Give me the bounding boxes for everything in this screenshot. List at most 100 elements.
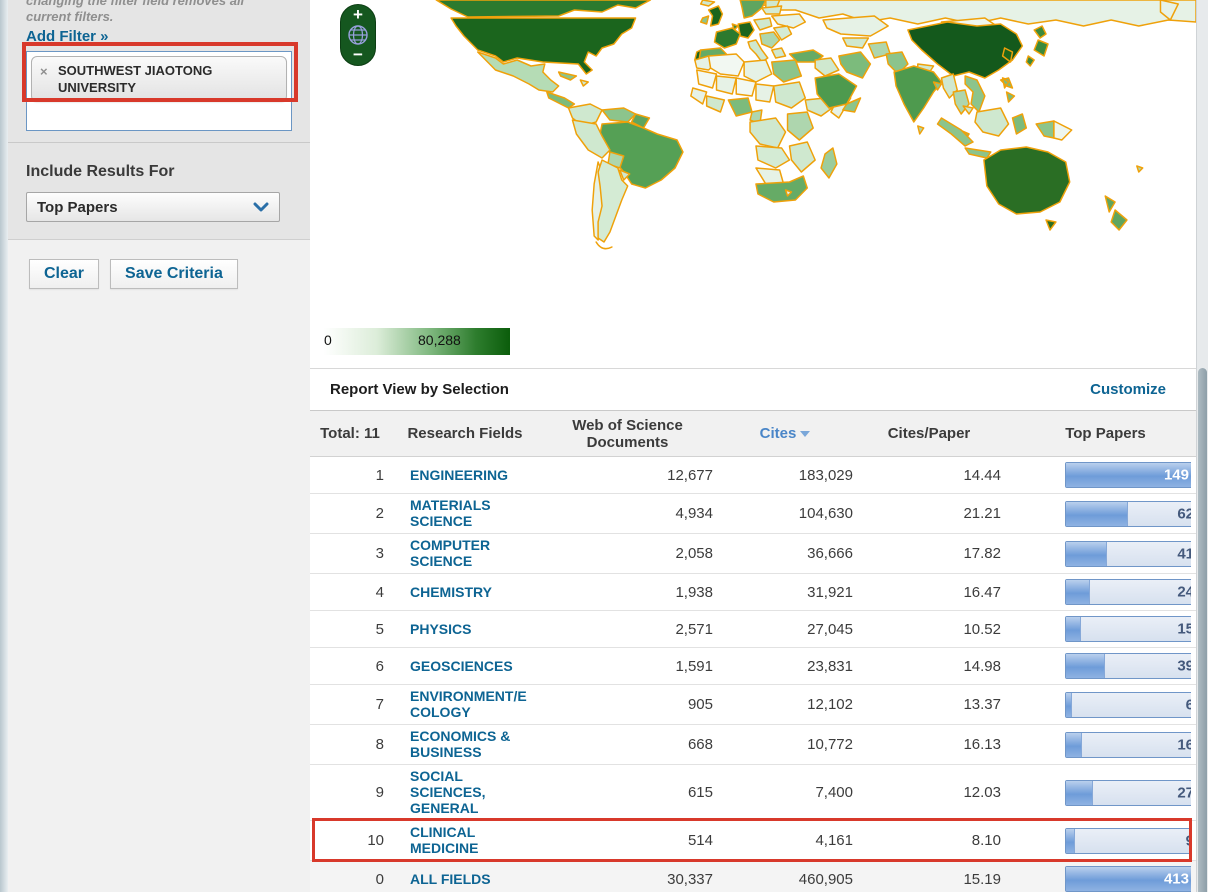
- map-color-legend: 0 80,288: [320, 328, 510, 355]
- top-papers-value: 6: [1186, 696, 1191, 713]
- cites-per-paper-value: 15.19: [855, 871, 1003, 888]
- research-field-link[interactable]: CHEMISTRY: [410, 584, 492, 600]
- top-papers-bar: 27: [1065, 780, 1191, 806]
- cites-per-paper-value: 21.21: [855, 505, 1003, 522]
- research-field-link[interactable]: ENVIRONMENT/ECOLOGY: [410, 688, 532, 720]
- clear-button[interactable]: Clear: [29, 259, 99, 289]
- filter-note: changing the filter field removes all cu…: [26, 0, 292, 25]
- add-filter-link[interactable]: Add Filter »: [26, 28, 109, 45]
- cites-per-paper-value: 16.47: [855, 584, 1003, 601]
- research-field-link[interactable]: GEOSCIENCES: [410, 658, 513, 674]
- wos-documents-value: 668: [540, 736, 715, 753]
- cites-per-paper-value: 14.44: [855, 467, 1003, 484]
- cites-per-paper-header[interactable]: Cites/Paper: [855, 425, 1003, 442]
- research-field-link[interactable]: ALL FIELDS: [410, 871, 491, 887]
- table-row: 3 COMPUTER SCIENCE 2,058 36,666 17.82 41: [310, 534, 1196, 574]
- top-papers-value: 149: [1164, 467, 1189, 484]
- wos-documents-value: 514: [540, 832, 715, 849]
- wos-documents-header[interactable]: Web of Science Documents: [540, 417, 715, 451]
- zoom-out-button[interactable]: −: [353, 47, 363, 63]
- research-field-link[interactable]: SOCIAL SCIENCES, GENERAL: [410, 768, 532, 816]
- globe-icon[interactable]: [347, 24, 369, 46]
- top-papers-bar: 9: [1065, 828, 1191, 854]
- cites-header[interactable]: Cites: [715, 425, 855, 442]
- cites-value: 104,630: [715, 505, 855, 522]
- top-papers-bar: 62: [1065, 501, 1191, 527]
- cites-per-paper-value: 10.52: [855, 621, 1003, 638]
- scrollbar-thumb[interactable]: [1198, 368, 1207, 892]
- cites-value: 10,772: [715, 736, 855, 753]
- row-rank: 5: [310, 621, 390, 638]
- cites-per-paper-value: 17.82: [855, 545, 1003, 562]
- row-rank: 1: [310, 467, 390, 484]
- customize-link[interactable]: Customize: [1090, 381, 1166, 398]
- total-count-header: Total: 11: [310, 425, 390, 442]
- table-row: 7 ENVIRONMENT/ECOLOGY 905 12,102 13.37 6: [310, 685, 1196, 725]
- table-row: 6 GEOSCIENCES 1,591 23,831 14.98 39: [310, 648, 1196, 685]
- row-rank: 8: [310, 736, 390, 753]
- cites-value: 36,666: [715, 545, 855, 562]
- research-field-link[interactable]: COMPUTER SCIENCE: [410, 537, 532, 569]
- zoom-in-button[interactable]: +: [353, 7, 363, 23]
- cites-per-paper-value: 13.37: [855, 696, 1003, 713]
- report-view-section: Report View by Selection Customize Total…: [310, 368, 1196, 892]
- table-row: 8 ECONOMICS & BUSINESS 668 10,772 16.13 …: [310, 725, 1196, 765]
- wos-documents-value: 2,058: [540, 545, 715, 562]
- top-papers-bar: 16: [1065, 732, 1191, 758]
- vertical-scrollbar[interactable]: [1196, 0, 1208, 892]
- include-results-heading: Include Results For: [26, 143, 292, 181]
- table-body: 1 ENGINEERING 12,677 183,029 14.44 149 2…: [310, 457, 1196, 892]
- cites-value: 4,161: [715, 832, 855, 849]
- save-criteria-button[interactable]: Save Criteria: [110, 259, 238, 289]
- table-row: 10 CLINICAL MEDICINE 514 4,161 8.10 9: [310, 821, 1196, 861]
- cites-value: 460,905: [715, 871, 855, 888]
- table-row: 1 ENGINEERING 12,677 183,029 14.44 149: [310, 457, 1196, 494]
- research-field-link[interactable]: CLINICAL MEDICINE: [410, 824, 532, 856]
- wos-documents-value: 4,934: [540, 505, 715, 522]
- research-field-link[interactable]: PHYSICS: [410, 621, 471, 637]
- top-papers-value: 16: [1177, 736, 1191, 753]
- filter-note-line2: current filters.: [26, 9, 292, 25]
- cites-value: 27,045: [715, 621, 855, 638]
- research-field-link[interactable]: ECONOMICS & BUSINESS: [410, 728, 532, 760]
- row-rank: 6: [310, 658, 390, 675]
- research-fields-header[interactable]: Research Fields: [390, 425, 540, 442]
- top-papers-value: 27: [1177, 784, 1191, 801]
- wos-documents-value: 615: [540, 784, 715, 801]
- top-papers-value: 413: [1164, 871, 1189, 888]
- cites-value: 23,831: [715, 658, 855, 675]
- wos-documents-value: 2,571: [540, 621, 715, 638]
- top-papers-value: 24: [1177, 584, 1191, 601]
- legend-min-label: 0: [324, 332, 332, 348]
- world-map-panel: + − 0 80,288: [310, 0, 1196, 368]
- remove-filter-icon[interactable]: ×: [40, 63, 48, 80]
- top-papers-value: 39: [1177, 658, 1191, 675]
- table-row: 5 PHYSICS 2,571 27,045 10.52 15: [310, 611, 1196, 648]
- research-field-link[interactable]: ENGINEERING: [410, 467, 508, 483]
- top-papers-bar: 24: [1065, 579, 1191, 605]
- cites-per-paper-value: 12.03: [855, 784, 1003, 801]
- top-papers-bar: 41: [1065, 541, 1191, 567]
- wos-documents-value: 12,677: [540, 467, 715, 484]
- table-row: 9 SOCIAL SCIENCES, GENERAL 615 7,400 12.…: [310, 765, 1196, 821]
- top-papers-header[interactable]: Top Papers: [1003, 425, 1208, 442]
- top-papers-value: 41: [1177, 545, 1191, 562]
- row-rank: 4: [310, 584, 390, 601]
- top-papers-bar: 39: [1065, 653, 1191, 679]
- top-papers-bar: 149: [1065, 462, 1191, 488]
- cites-value: 31,921: [715, 584, 855, 601]
- table-row: 0 ALL FIELDS 30,337 460,905 15.19 413: [310, 861, 1196, 892]
- filter-chip[interactable]: × SOUTHWEST JIAOTONG UNIVERSITY: [31, 56, 287, 102]
- wos-documents-value: 30,337: [540, 871, 715, 888]
- wos-documents-value: 905: [540, 696, 715, 713]
- cites-value: 12,102: [715, 696, 855, 713]
- wos-documents-value: 1,938: [540, 584, 715, 601]
- world-map[interactable]: [310, 0, 1196, 362]
- chevron-down-icon: [253, 202, 269, 212]
- results-type-dropdown[interactable]: Top Papers: [26, 192, 280, 222]
- top-papers-bar: 6: [1065, 692, 1191, 718]
- filter-input-box[interactable]: × SOUTHWEST JIAOTONG UNIVERSITY: [26, 51, 292, 131]
- cites-per-paper-value: 8.10: [855, 832, 1003, 849]
- top-papers-value: 15: [1177, 621, 1191, 638]
- research-field-link[interactable]: MATERIALS SCIENCE: [410, 497, 532, 529]
